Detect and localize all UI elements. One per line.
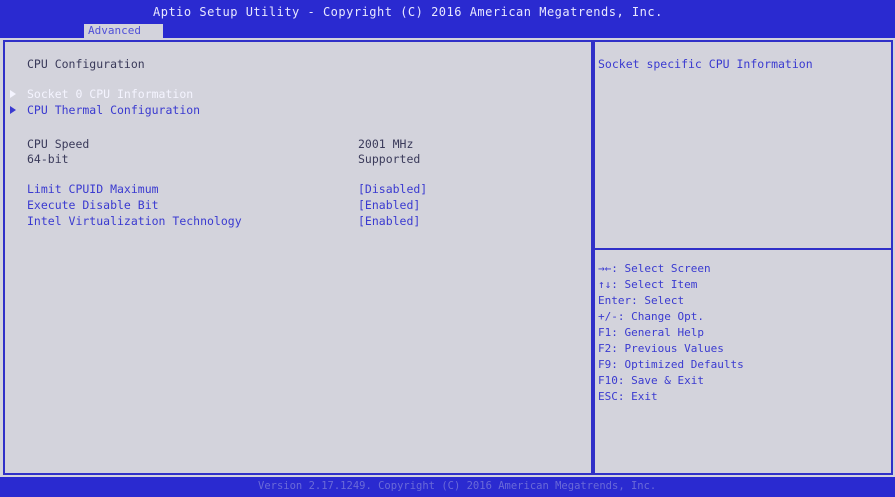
footer-bar: Version 2.17.1249. Copyright (C) 2016 Am…: [0, 477, 895, 497]
key-hint-select-item: ↑↓: Select Item: [598, 278, 698, 291]
key-hint-optimized-defaults: F9: Optimized Defaults: [598, 358, 744, 371]
version-text: Version 2.17.1249. Copyright (C) 2016 Am…: [258, 480, 657, 492]
title-bar: Aptio Setup Utility - Copyright (C) 2016…: [0, 0, 895, 38]
setting-execute-disable-value[interactable]: [Enabled]: [358, 198, 420, 212]
key-hint-general-help: F1: General Help: [598, 326, 704, 339]
setting-virtualization-label[interactable]: Intel Virtualization Technology: [27, 214, 242, 228]
key-hint-previous-values: F2: Previous Values: [598, 342, 724, 355]
setting-execute-disable-label[interactable]: Execute Disable Bit: [27, 198, 159, 212]
submenu-cpu-thermal-config[interactable]: CPU Thermal Configuration: [27, 103, 200, 117]
key-hint-exit: ESC: Exit: [598, 390, 658, 403]
key-hint-save-exit: F10: Save & Exit: [598, 374, 704, 387]
utility-title: Aptio Setup Utility - Copyright (C) 2016…: [153, 5, 663, 19]
submenu-arrow-icon: [10, 90, 16, 98]
key-hint-change-opt: +/-: Change Opt.: [598, 310, 704, 323]
64bit-label: 64-bit: [27, 152, 69, 166]
bios-screen: Aptio Setup Utility - Copyright (C) 2016…: [0, 0, 895, 497]
key-hint-select-screen: →←: Select Screen: [598, 262, 711, 275]
setting-virtualization-value[interactable]: [Enabled]: [358, 214, 420, 228]
cpu-speed-value: 2001 MHz: [358, 137, 414, 151]
main-panel: CPU Configuration Socket 0 CPU Informati…: [3, 40, 593, 475]
key-hint-enter: Enter: Select: [598, 294, 685, 307]
setting-limit-cpuid-label[interactable]: Limit CPUID Maximum: [27, 182, 159, 196]
tab-advanced[interactable]: Advanced: [84, 24, 163, 38]
submenu-arrow-icon: [10, 106, 16, 114]
setting-limit-cpuid-value[interactable]: [Disabled]: [358, 182, 427, 196]
submenu-socket-cpu-info[interactable]: Socket 0 CPU Information: [27, 87, 193, 101]
section-title: CPU Configuration: [27, 57, 145, 71]
help-panel: Socket specific CPU Information →←: Sele…: [593, 40, 893, 475]
help-description: Socket specific CPU Information: [598, 57, 813, 71]
64bit-value: Supported: [358, 152, 421, 166]
cpu-speed-label: CPU Speed: [27, 137, 90, 151]
help-divider: [595, 248, 891, 250]
